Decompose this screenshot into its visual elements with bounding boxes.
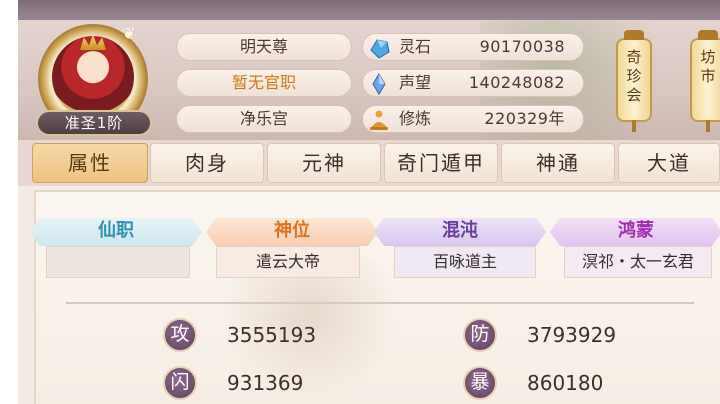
resource-value: 220329年 [484,109,565,128]
defense-icon: 防 [463,318,497,352]
title-heading-primordial: 鸿蒙 [550,218,720,246]
market-label: 坊市 [700,48,716,85]
title-heading-divine-rank: 神位 [206,218,378,246]
section-divider [66,302,694,304]
player-name: 明天尊 [176,33,352,61]
button-tassel [632,120,636,132]
resource-value: 90170038 [479,37,565,56]
defense-value: 3793929 [527,323,617,347]
character-screen: ❦ 准圣1阶 明天尊 暂无官职 净乐宫 灵石 90170038 声望 14024… [0,0,720,404]
dodge-icon: 闪 [163,366,197,400]
tab-attributes[interactable]: 属性 [32,143,148,183]
title-heading-immortal-post: 仙职 [30,218,202,246]
title-value-chaos: 百咏道主 [394,246,536,278]
sect-name: 净乐宫 [176,105,352,133]
title-value-primordial: 溟祁・太一玄君 [564,246,712,278]
tab-abilities[interactable]: 神通 [501,143,615,183]
reputation-crystal-icon [372,73,386,95]
title-heading-chaos: 混沌 [374,218,546,246]
treasure-fair-label: 奇珍会 [626,48,642,104]
treasure-fair-button[interactable]: 奇珍会 [616,30,652,132]
tab-dao[interactable]: 大道 [618,143,720,183]
resource-label: 修炼 [399,109,432,128]
market-button[interactable]: 坊市 [690,30,720,132]
button-cap [698,30,718,40]
resource-value: 140248082 [468,73,565,92]
attack-value: 3555193 [227,323,317,347]
button-cap [624,30,644,40]
resource-label: 灵石 [399,37,432,56]
top-bar [18,0,720,20]
button-tassel [706,120,710,132]
reputation-row: 声望 140248082 [362,69,584,97]
dodge-value: 931369 [227,371,304,395]
resource-label: 声望 [399,73,432,92]
tab-spirit[interactable]: 元神 [267,143,381,183]
tab-body[interactable]: 肉身 [150,143,264,183]
butterfly-icon: ❦ [122,24,136,43]
title-value-divine-rank: 遣云大帝 [216,246,360,278]
official-title: 暂无官职 [176,69,352,97]
tab-qimen[interactable]: 奇门遁甲 [384,143,498,183]
meditation-icon [370,110,388,130]
spirit-stone-row: 灵石 90170038 [362,33,584,61]
attack-icon: 攻 [163,318,197,352]
rank-badge: 准圣1阶 [36,110,152,136]
critical-icon: 暴 [463,366,497,400]
cultivation-row: 修炼 220329年 [362,105,584,133]
spirit-stone-icon [370,39,390,59]
title-value-immortal-post [46,246,190,278]
critical-value: 860180 [527,371,604,395]
